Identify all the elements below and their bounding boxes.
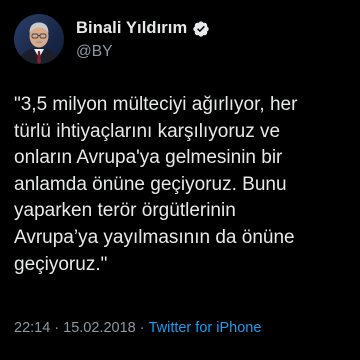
tweet-date[interactable]: 15.02.2018 bbox=[63, 320, 136, 336]
meta-separator: · bbox=[54, 320, 60, 336]
display-name[interactable]: Binali Yıldırım bbox=[76, 19, 187, 38]
tweet-text: "3,5 milyon mülteciyi ağırlıyor, her tür… bbox=[14, 94, 298, 275]
tweet-time[interactable]: 22:14 bbox=[14, 320, 50, 336]
avatar[interactable] bbox=[14, 14, 64, 64]
author-names: Binali Yıldırım @BY bbox=[76, 18, 210, 61]
handle[interactable]: @BY bbox=[76, 43, 210, 61]
tweet-meta: 22:14 · 15.02.2018 · Twitter for iPhone bbox=[14, 320, 261, 336]
name-row: Binali Yıldırım bbox=[76, 18, 210, 40]
verified-badge-icon bbox=[192, 20, 210, 38]
tweet-card: Binali Yıldırım @BY "3,5 milyon mülteciy… bbox=[0, 0, 360, 360]
tweet-header: Binali Yıldırım @BY bbox=[14, 14, 210, 64]
tweet-source-link[interactable]: Twitter for iPhone bbox=[149, 320, 262, 336]
meta-separator: · bbox=[139, 320, 145, 336]
